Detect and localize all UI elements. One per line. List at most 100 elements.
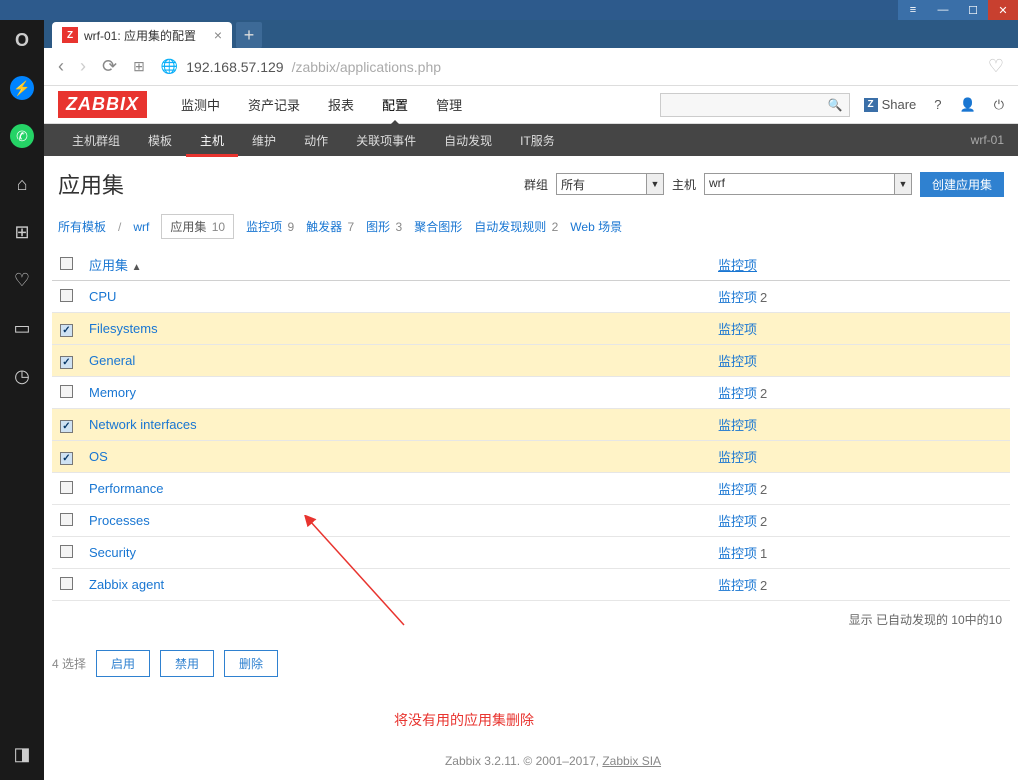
tab-items[interactable]: 监控项 9	[246, 218, 294, 235]
table-footer: 显示 已自动发现的 10中的10	[44, 601, 1018, 638]
url-path: /zabbix/applications.php	[292, 59, 441, 75]
table-row: Zabbix agent监控项2	[52, 569, 1010, 601]
application-link[interactable]: OS	[89, 449, 108, 464]
application-link[interactable]: Performance	[89, 481, 163, 496]
bookmark-heart-icon[interactable]: ♡	[988, 56, 1004, 77]
subnav-hosts[interactable]: 主机	[186, 124, 238, 157]
tab-discovery-rules[interactable]: 自动发现规则 2	[474, 218, 558, 235]
url-field[interactable]: 🌐 192.168.57.129/zabbix/applications.php	[161, 58, 972, 75]
host-select[interactable]: wrf▼	[704, 173, 912, 195]
application-link[interactable]: Security	[89, 545, 136, 560]
enable-button[interactable]: 启用	[96, 650, 150, 677]
items-link[interactable]: 监控项	[718, 578, 757, 593]
application-link[interactable]: CPU	[89, 289, 116, 304]
tab-graphs[interactable]: 图形 3	[366, 218, 402, 235]
tab-close-icon[interactable]: ×	[214, 27, 222, 43]
grid-icon[interactable]: ⊞	[10, 220, 34, 244]
search-input[interactable]: 🔍	[660, 93, 850, 117]
application-link[interactable]: General	[89, 353, 135, 368]
application-link[interactable]: Filesystems	[89, 321, 158, 336]
window-maximize-button[interactable]: ☐	[958, 0, 988, 20]
menu-reports[interactable]: 报表	[314, 86, 368, 124]
row-checkbox[interactable]: ✓	[60, 324, 73, 337]
subnav-maintenance[interactable]: 维护	[238, 124, 290, 157]
table-row: ✓ Network interfaces 监控项	[52, 409, 1010, 441]
table-row: ✓ OS 监控项	[52, 441, 1010, 473]
row-checkbox[interactable]: ✓	[60, 420, 73, 433]
crumb-host[interactable]: wrf	[133, 220, 149, 234]
window-menu-button[interactable]: ≡	[898, 0, 928, 20]
application-link[interactable]: Processes	[89, 513, 150, 528]
items-link[interactable]: 监控项	[718, 482, 757, 497]
heart-icon[interactable]: ♡	[10, 268, 34, 292]
window-close-button[interactable]: ✕	[988, 0, 1018, 20]
tab-applications[interactable]: 应用集 10	[161, 214, 234, 239]
subnav-itservices[interactable]: IT服务	[506, 124, 569, 157]
row-checkbox[interactable]	[60, 577, 73, 590]
row-checkbox[interactable]: ✓	[60, 356, 73, 369]
subnav-hostgroups[interactable]: 主机群组	[58, 124, 134, 157]
news-icon[interactable]: ▭	[10, 316, 34, 340]
row-checkbox[interactable]	[60, 513, 73, 526]
items-link[interactable]: 监控项	[718, 418, 757, 433]
table-row: ✓ Filesystems 监控项	[52, 313, 1010, 345]
browser-tab[interactable]: Z wrf-01: 应用集的配置 ×	[52, 22, 232, 48]
items-link[interactable]: 监控项	[718, 514, 757, 529]
window-minimize-button[interactable]: —	[928, 0, 958, 20]
application-link[interactable]: Memory	[89, 385, 136, 400]
items-link[interactable]: 监控项	[718, 450, 757, 465]
row-checkbox[interactable]	[60, 289, 73, 302]
share-button[interactable]: ZShare	[864, 97, 917, 112]
back-button[interactable]: ‹	[58, 56, 64, 77]
items-link[interactable]: 监控项	[718, 354, 757, 369]
application-link[interactable]: Zabbix agent	[89, 577, 164, 592]
zabbix-logo[interactable]: ZABBIX	[58, 91, 147, 118]
items-link[interactable]: 监控项	[718, 546, 757, 561]
items-link[interactable]: 监控项	[718, 322, 757, 337]
row-checkbox[interactable]	[60, 545, 73, 558]
select-all-checkbox[interactable]	[60, 257, 73, 270]
zabbix-main-menu: 监测中 资产记录 报表 配置 管理	[167, 86, 476, 124]
delete-button[interactable]: 删除	[224, 650, 278, 677]
footer-link[interactable]: Zabbix SIA	[602, 754, 661, 768]
col-application[interactable]: 应用集	[89, 258, 128, 273]
row-checkbox[interactable]	[60, 481, 73, 494]
tab-triggers[interactable]: 触发器 7	[306, 218, 354, 235]
items-link[interactable]: 监控项	[718, 386, 757, 401]
row-checkbox[interactable]: ✓	[60, 452, 73, 465]
sort-asc-icon: ▲	[132, 262, 142, 273]
subnav-templates[interactable]: 模板	[134, 124, 186, 157]
create-application-button[interactable]: 创建应用集	[920, 172, 1004, 197]
group-select[interactable]: 所有▼	[556, 173, 664, 195]
disable-button[interactable]: 禁用	[160, 650, 214, 677]
reload-button[interactable]: ⟳	[102, 56, 117, 77]
selected-count: 4 选择	[52, 655, 86, 672]
power-icon[interactable]: ⏻	[994, 97, 1004, 113]
sidebar-toggle-icon[interactable]: ◨	[10, 742, 34, 766]
menu-configuration[interactable]: 配置	[368, 86, 422, 124]
tab-web-scenarios[interactable]: Web 场景	[570, 218, 622, 235]
items-link[interactable]: 监控项	[718, 290, 757, 305]
application-link[interactable]: Network interfaces	[89, 417, 197, 432]
menu-administration[interactable]: 管理	[422, 86, 476, 124]
clock-icon[interactable]: ◷	[10, 364, 34, 388]
messenger-icon[interactable]: ⚡	[10, 76, 34, 100]
new-tab-button[interactable]: +	[236, 22, 262, 48]
speed-dial-icon[interactable]: ⊞	[133, 58, 145, 75]
subnav-discovery[interactable]: 自动发现	[430, 124, 506, 157]
row-checkbox[interactable]	[60, 385, 73, 398]
crumb-all-templates[interactable]: 所有模板	[58, 218, 106, 235]
camera-icon[interactable]: ⌂	[10, 172, 34, 196]
subnav-correlation[interactable]: 关联项事件	[342, 124, 430, 157]
subnav-actions[interactable]: 动作	[290, 124, 342, 157]
menu-monitoring[interactable]: 监测中	[167, 86, 234, 124]
tab-screens[interactable]: 聚合图形	[414, 218, 462, 235]
user-icon[interactable]: 👤	[960, 97, 976, 113]
breadcrumb-tabs: 所有模板/ wrf 应用集 10 监控项 9 触发器 7 图形 3 聚合图形 自…	[44, 210, 1018, 249]
menu-inventory[interactable]: 资产记录	[234, 86, 314, 124]
whatsapp-icon[interactable]: ✆	[10, 124, 34, 148]
help-icon[interactable]: ?	[934, 97, 941, 112]
forward-button[interactable]: ›	[80, 56, 86, 77]
col-items[interactable]: 监控项	[718, 258, 757, 273]
opera-logo-icon[interactable]: O	[10, 28, 34, 52]
